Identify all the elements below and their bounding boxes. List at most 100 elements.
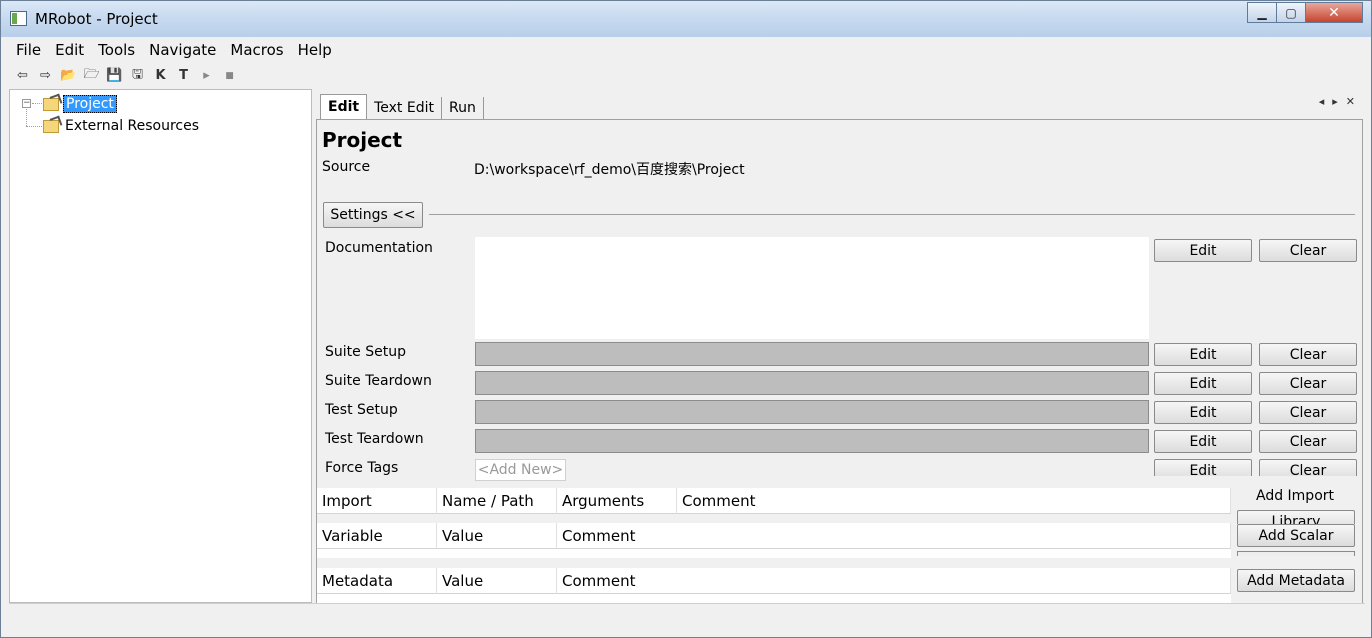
keyword-search-icon[interactable]: K — [149, 66, 172, 86]
run-icon[interactable]: ▸ — [195, 66, 218, 86]
open-directory-icon[interactable]: 🗁 — [80, 66, 103, 86]
menu-navigate[interactable]: Navigate — [142, 38, 223, 62]
documentation-field[interactable] — [475, 237, 1149, 339]
source-value: D:\workspace\rf_demo\百度搜索\Project — [474, 162, 745, 178]
tab-next-icon[interactable]: ▸ — [1332, 95, 1338, 108]
import-col-comment: Comment — [677, 488, 1231, 514]
tab-close-icon[interactable]: ✕ — [1346, 95, 1355, 108]
edit-content: Project Source D:\workspace\rf_demo\百度搜索… — [316, 119, 1363, 604]
settings-divider — [429, 214, 1355, 215]
save-all-icon[interactable]: 🖫 — [126, 66, 149, 86]
suite-setup-edit-button[interactable]: Edit — [1154, 343, 1252, 366]
maximize-button[interactable]: ▢ — [1276, 2, 1306, 23]
maximize-icon: ▢ — [1285, 5, 1297, 20]
test-teardown-label: Test Teardown — [325, 431, 424, 447]
library-button-clip: Library — [1237, 510, 1356, 524]
window-controls: ▁ ▢ ✕ — [1247, 2, 1363, 23]
status-bar — [9, 603, 1365, 631]
project-tree: − Project External Resources — [9, 89, 312, 603]
test-teardown-field[interactable] — [475, 429, 1149, 453]
suite-setup-label: Suite Setup — [325, 344, 406, 360]
variable-table-header: Variable Value Comment — [317, 523, 1231, 549]
suite-setup-field[interactable] — [475, 342, 1149, 366]
tree-connector — [32, 103, 42, 104]
suite-teardown-field[interactable] — [475, 371, 1149, 395]
force-tags-add-new[interactable]: <Add New> — [475, 459, 566, 481]
force-tags-edit-button[interactable]: Edit — [1154, 459, 1252, 476]
test-setup-label: Test Setup — [325, 402, 398, 418]
page-title: Project — [322, 128, 403, 152]
forward-arrow-icon[interactable]: ⇨ — [34, 66, 57, 86]
menu-macros[interactable]: Macros — [223, 38, 290, 62]
tree-item-label: Project — [63, 95, 117, 113]
metadata-col-value: Value — [437, 568, 557, 594]
back-arrow-icon[interactable]: ⇦ — [11, 66, 34, 86]
app-icon — [10, 11, 27, 26]
tab-navigation: ◂ ▸ ✕ — [1319, 95, 1355, 108]
add-metadata-button[interactable]: Add Metadata — [1237, 569, 1355, 592]
add-list-button-partial[interactable] — [1237, 551, 1355, 556]
editor-tabs: Edit Text Edit Run — [320, 93, 484, 119]
test-setup-edit-button[interactable]: Edit — [1154, 401, 1252, 424]
app-window: MRobot - Project ▁ ▢ ✕ File Edit Tools N… — [0, 0, 1372, 638]
close-icon: ✕ — [1328, 4, 1340, 21]
add-import-label: Add Import — [1255, 488, 1335, 504]
settings-toggle-button[interactable]: Settings << — [323, 202, 423, 228]
variable-col-comment: Comment — [557, 523, 1231, 549]
force-tags-label: Force Tags — [325, 460, 399, 476]
menu-file[interactable]: File — [9, 38, 48, 62]
force-tags-clear-button[interactable]: Clear — [1259, 459, 1357, 476]
suite-teardown-edit-button[interactable]: Edit — [1154, 372, 1252, 395]
variable-col-variable: Variable — [317, 523, 437, 549]
test-teardown-clear-button[interactable]: Clear — [1259, 430, 1357, 453]
source-label: Source — [322, 159, 371, 175]
suite-teardown-label: Suite Teardown — [325, 373, 432, 389]
tab-run[interactable]: Run — [442, 97, 484, 119]
save-icon[interactable]: 💾 — [103, 66, 126, 86]
test-setup-clear-button[interactable]: Clear — [1259, 401, 1357, 424]
import-col-import: Import — [317, 488, 437, 514]
add-scalar-button[interactable]: Add Scalar — [1237, 524, 1355, 547]
minimize-icon: ▁ — [1257, 5, 1267, 20]
variable-col-value: Value — [437, 523, 557, 549]
menu-tools[interactable]: Tools — [91, 38, 142, 62]
variable-table-body[interactable] — [317, 549, 1231, 558]
menu-edit[interactable]: Edit — [48, 38, 91, 62]
suite-teardown-clear-button[interactable]: Clear — [1259, 372, 1357, 395]
project-folder-icon — [43, 97, 59, 111]
stop-icon[interactable]: ■ — [218, 66, 241, 86]
documentation-label: Documentation — [325, 240, 433, 256]
text-search-icon[interactable]: T — [172, 66, 195, 86]
editor-pane: Edit Text Edit Run ◂ ▸ ✕ Project Source … — [314, 89, 1365, 604]
tree-connector — [26, 109, 27, 126]
minimize-button[interactable]: ▁ — [1247, 2, 1277, 23]
documentation-edit-button[interactable]: Edit — [1154, 239, 1252, 262]
import-table-header: Import Name / Path Arguments Comment — [317, 488, 1231, 514]
open-folder-icon[interactable]: 📂 — [57, 66, 80, 86]
metadata-col-comment: Comment — [557, 568, 1231, 594]
tree-item-external-resources[interactable]: External Resources — [43, 116, 199, 136]
tree-item-project[interactable]: Project — [43, 94, 117, 114]
close-button[interactable]: ✕ — [1305, 2, 1363, 23]
import-col-name-path: Name / Path — [437, 488, 557, 514]
metadata-col-metadata: Metadata — [317, 568, 437, 594]
window-title: MRobot - Project — [35, 10, 158, 28]
menu-bar: File Edit Tools Navigate Macros Help — [9, 37, 1365, 63]
documentation-clear-button[interactable]: Clear — [1259, 239, 1357, 262]
import-col-arguments: Arguments — [557, 488, 677, 514]
toolbar: ⇦ ⇨ 📂 🗁 💾 🖫 K T ▸ ■ — [9, 63, 1365, 88]
metadata-table-header: Metadata Value Comment — [317, 568, 1231, 594]
library-button[interactable]: Library — [1237, 510, 1355, 524]
suite-setup-clear-button[interactable]: Clear — [1259, 343, 1357, 366]
tab-prev-icon[interactable]: ◂ — [1319, 95, 1325, 108]
tab-text-edit[interactable]: Text Edit — [367, 97, 442, 119]
menu-help[interactable]: Help — [291, 38, 339, 62]
collapse-icon[interactable]: − — [22, 99, 31, 108]
tree-connector — [26, 126, 42, 127]
tab-edit[interactable]: Edit — [320, 94, 368, 119]
test-teardown-edit-button[interactable]: Edit — [1154, 430, 1252, 453]
resources-folder-icon — [43, 119, 59, 133]
tree-item-label: External Resources — [65, 118, 200, 134]
test-setup-field[interactable] — [475, 400, 1149, 424]
force-tags-buttons-clip: Edit Clear — [1154, 459, 1357, 476]
